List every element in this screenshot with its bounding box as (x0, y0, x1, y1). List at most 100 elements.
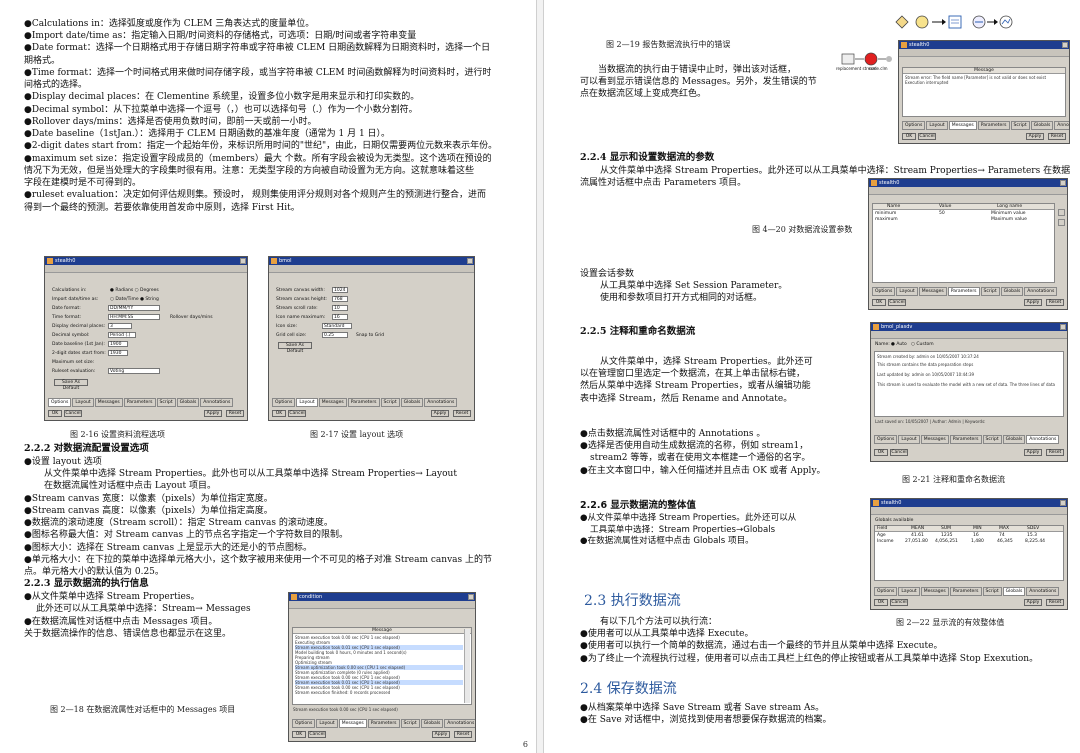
tab-options[interactable]: Options (292, 719, 316, 728)
ruleset-select[interactable]: Voting (108, 368, 160, 374)
tab-messages[interactable]: Messages (318, 398, 347, 407)
tab-globals[interactable]: Globals (1000, 287, 1024, 296)
close-icon[interactable] (468, 594, 474, 600)
ok-button[interactable]: OK (48, 410, 62, 417)
tab-parameters[interactable]: Parameters (947, 287, 980, 296)
cancel-button[interactable]: Cancel (888, 299, 906, 306)
cancel-button[interactable]: Cancel (918, 133, 936, 140)
ok-button[interactable]: OK (874, 449, 888, 456)
table-row[interactable]: maximum Maximum value (873, 217, 1054, 223)
cancel-button[interactable]: Cancel (64, 410, 82, 417)
decimal-symbol-select[interactable]: Period (.) (108, 332, 136, 338)
reset-button[interactable]: Reset (226, 410, 244, 417)
ok-button[interactable]: OK (272, 410, 286, 417)
tab-script[interactable]: Script (982, 587, 1002, 596)
apply-button[interactable]: Apply (204, 410, 222, 417)
tab-parameters[interactable]: Parameters (367, 719, 400, 728)
tab-globals[interactable]: Globals (400, 398, 424, 407)
apply-button[interactable]: Apply (1024, 299, 1042, 306)
tab-parameters[interactable]: Parameters (949, 435, 982, 444)
time-format-select[interactable]: HH:MM:SS (108, 314, 160, 320)
tab-messages[interactable]: Messages (338, 719, 367, 728)
tab-globals[interactable]: Globals (420, 719, 444, 728)
tab-options[interactable]: Options (874, 435, 898, 444)
decimal-places-spinner[interactable]: 3 (108, 323, 132, 329)
tab-script[interactable]: Script (1010, 121, 1030, 130)
tab-layout[interactable]: Layout (72, 398, 94, 407)
tab-layout[interactable]: Layout (898, 435, 920, 444)
cancel-button[interactable]: Cancel (288, 410, 306, 417)
ok-button[interactable]: OK (872, 299, 886, 306)
icon-name-max-field[interactable]: 16 (332, 314, 348, 320)
calculations-radio[interactable]: ● Radians ○ Degrees (110, 288, 159, 294)
cancel-button[interactable]: Cancel (890, 449, 908, 456)
max-set-size-checkbox[interactable]: Maximum set size: (52, 360, 94, 366)
tab-script[interactable]: Script (156, 398, 176, 407)
close-icon[interactable] (1060, 180, 1066, 186)
tab-parameters[interactable]: Parameters (123, 398, 156, 407)
date-format-select[interactable]: DD/MM/YY (108, 305, 160, 311)
close-icon[interactable] (1062, 42, 1068, 48)
tab-layout[interactable]: Layout (296, 398, 318, 407)
tab-annotations[interactable]: Annotations (1024, 287, 1058, 296)
save-as-default-button[interactable]: Save As Default (278, 342, 312, 354)
table-row[interactable]: Income 27,051.80 4,056,251 1,480 46,345 … (875, 539, 1063, 545)
tab-parameters[interactable]: Parameters (347, 398, 380, 407)
tab-globals[interactable]: Globals (1030, 121, 1054, 130)
apply-button[interactable]: Apply (432, 731, 450, 738)
icon-size-select[interactable]: Standard (322, 323, 352, 329)
tab-parameters[interactable]: Parameters (949, 587, 982, 596)
delete-parameter-icon[interactable] (1058, 219, 1065, 226)
tab-script[interactable]: Script (380, 398, 400, 407)
tab-globals[interactable]: Globals (1002, 435, 1026, 444)
close-icon[interactable] (240, 258, 246, 264)
tab-annotations[interactable]: Annotations (1026, 587, 1060, 596)
tab-messages[interactable]: Messages (920, 435, 949, 444)
close-icon[interactable] (1060, 324, 1066, 330)
apply-button[interactable]: Apply (1024, 599, 1042, 606)
error-message-row[interactable]: Execution interrupted (905, 80, 1057, 85)
tab-script[interactable]: Script (982, 435, 1002, 444)
reset-button[interactable]: Reset (1046, 599, 1064, 606)
tab-messages[interactable]: Messages (94, 398, 123, 407)
snap-to-grid-checkbox[interactable]: Snap to Grid (356, 333, 384, 339)
import-date-radio[interactable]: ○ Date/Time ● String (110, 297, 159, 303)
apply-button[interactable]: Apply (431, 410, 449, 417)
tab-globals[interactable]: Globals (176, 398, 200, 407)
apply-button[interactable]: Apply (1026, 133, 1044, 140)
tab-messages[interactable]: Messages (918, 287, 947, 296)
message-row[interactable]: Stream execution finished: 0 records pro… (295, 690, 463, 695)
tab-parameters[interactable]: Parameters (977, 121, 1010, 130)
tab-script[interactable]: Script (400, 719, 420, 728)
canvas-width-field[interactable]: 1024 (332, 287, 348, 293)
apply-button[interactable]: Apply (1024, 449, 1042, 456)
tab-messages[interactable]: Messages (948, 121, 977, 130)
tab-annotations[interactable]: Annotations (1054, 121, 1069, 130)
tab-layout[interactable]: Layout (316, 719, 338, 728)
tab-options[interactable]: Options (48, 398, 72, 407)
tab-annotations[interactable]: Annotations (200, 398, 234, 407)
reset-button[interactable]: Reset (1048, 133, 1066, 140)
tab-annotations[interactable]: Annotations (1026, 435, 1060, 444)
canvas-height-field[interactable]: 768 (332, 296, 348, 302)
tab-options[interactable]: Options (902, 121, 926, 130)
tab-messages[interactable]: Messages (920, 587, 949, 596)
reset-button[interactable]: Reset (1046, 449, 1064, 456)
auto-name-radio[interactable]: ● Auto (891, 342, 907, 348)
cancel-button[interactable]: Cancel (308, 731, 326, 738)
ok-button[interactable]: OK (292, 731, 306, 738)
add-parameter-icon[interactable] (1058, 209, 1065, 216)
tab-layout[interactable]: Layout (896, 287, 918, 296)
grid-cell-size-select[interactable]: 0.25 (322, 332, 348, 338)
ok-button[interactable]: OK (902, 133, 916, 140)
scrollbar[interactable] (464, 629, 470, 703)
tab-options[interactable]: Options (272, 398, 296, 407)
tab-layout[interactable]: Layout (926, 121, 948, 130)
reset-button[interactable]: Reset (1046, 299, 1064, 306)
tab-annotations[interactable]: Annotations (444, 719, 475, 728)
scroll-rate-field[interactable]: 10 (332, 305, 348, 311)
tab-globals[interactable]: Globals (1002, 587, 1026, 596)
cancel-button[interactable]: Cancel (890, 599, 908, 606)
reset-button[interactable]: Reset (453, 410, 471, 417)
close-icon[interactable] (1060, 500, 1066, 506)
